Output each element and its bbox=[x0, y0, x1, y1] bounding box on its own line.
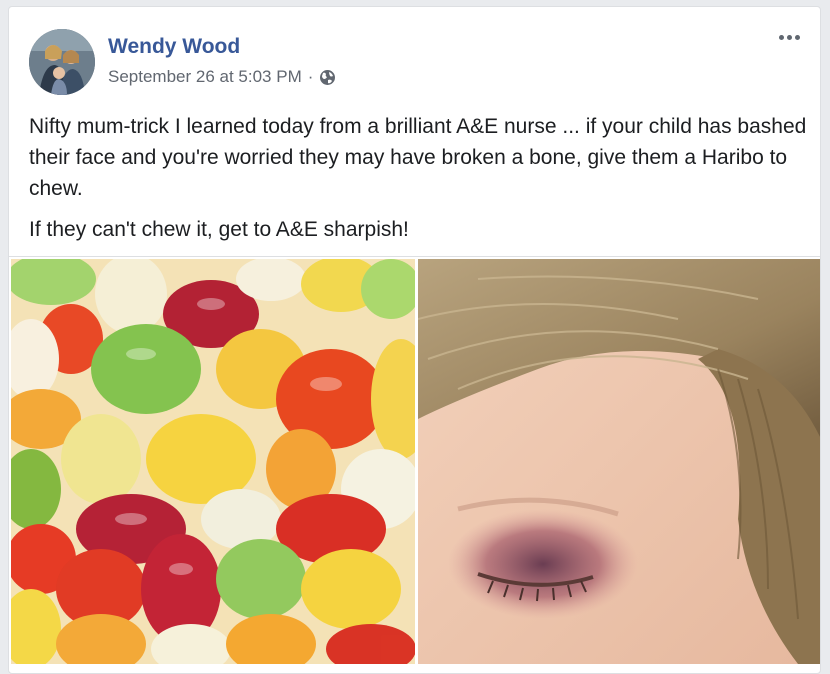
post-header: Wendy Wood September 26 at 5:03 PM · bbox=[29, 29, 804, 95]
avatar[interactable] bbox=[29, 29, 95, 95]
post-meta: September 26 at 5:03 PM · bbox=[108, 67, 336, 87]
post-timestamp-link[interactable]: September 26 at 5:03 PM bbox=[108, 67, 302, 87]
photo-grid bbox=[9, 256, 820, 667]
globe-icon[interactable] bbox=[319, 69, 336, 86]
child-bruised-eye-photo[interactable] bbox=[418, 259, 820, 664]
more-options-icon[interactable] bbox=[774, 27, 804, 47]
post-card: Wendy Wood September 26 at 5:03 PM · Nif… bbox=[8, 6, 821, 674]
gummy-bears-photo[interactable] bbox=[11, 259, 415, 664]
post-paragraph: If they can't chew it, get to A&E sharpi… bbox=[29, 218, 409, 241]
post-text: Nifty mum-trick I learned today from a b… bbox=[29, 111, 809, 255]
meta-separator: · bbox=[307, 67, 314, 86]
author-name-link[interactable]: Wendy Wood bbox=[108, 35, 240, 59]
post-paragraph: Nifty mum-trick I learned today from a b… bbox=[29, 115, 807, 200]
